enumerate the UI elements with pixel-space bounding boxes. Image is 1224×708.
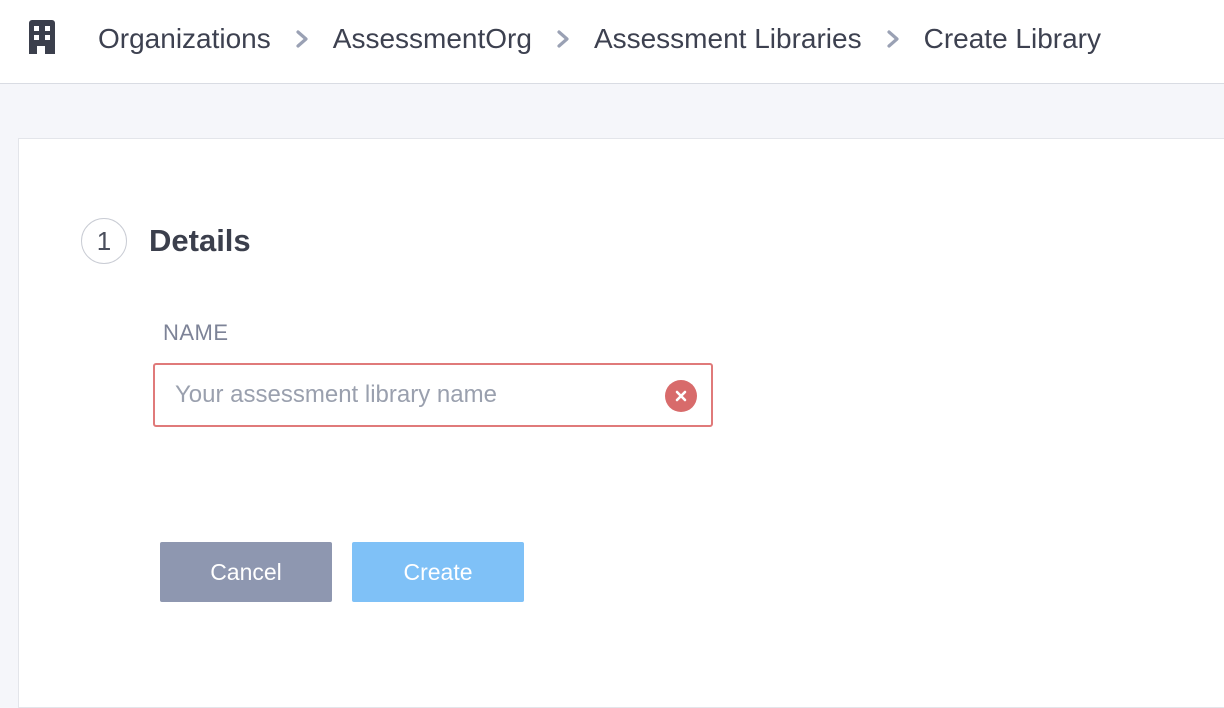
create-button[interactable]: Create [352,542,524,602]
chevron-right-icon [557,30,569,48]
breadcrumb-organizations[interactable]: Organizations [98,23,271,55]
breadcrumb-assessment-org[interactable]: AssessmentOrg [333,23,532,55]
name-field-container [153,363,713,427]
building-icon[interactable] [27,20,57,54]
close-icon [675,390,687,402]
name-field-label: NAME [163,320,229,345]
name-input[interactable] [155,365,645,425]
step-number-badge: 1 [81,218,127,264]
top-navigation-bar: Organizations AssessmentOrg Assessment L… [0,0,1224,84]
step-title: Details [149,223,251,258]
cancel-button[interactable]: Cancel [160,542,332,602]
breadcrumb-create-library: Create Library [923,23,1101,54]
clear-input-button[interactable] [665,380,697,412]
chevron-right-icon [886,30,899,48]
create-library-form-card: 1 Details NAME Cancel Create [18,138,1224,708]
breadcrumb-assessment-libraries[interactable]: Assessment Libraries [594,23,862,55]
breadcrumb: Organizations AssessmentOrg Assessment L… [98,0,1101,78]
chevron-right-icon [296,30,308,48]
